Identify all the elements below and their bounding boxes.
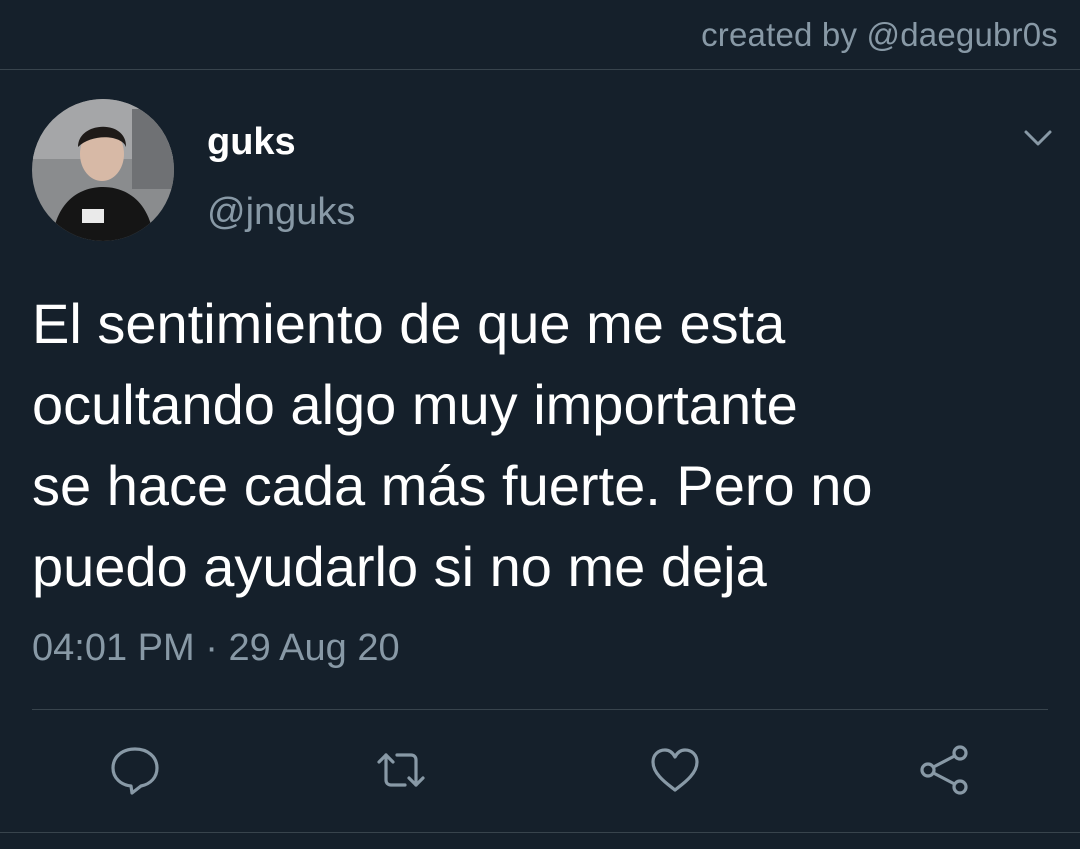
user-handle[interactable]: @jnguks (207, 191, 355, 234)
divider (32, 709, 1048, 710)
tweet-time: 04:01 PM (32, 627, 195, 669)
share-icon[interactable] (916, 742, 972, 798)
tweet-date: 29 Aug 20 (228, 627, 400, 669)
tweet-text: El sentimiento de que me esta ocultando … (32, 283, 1042, 607)
tweet-text-line: El sentimiento de que me esta (32, 292, 786, 355)
meta-separator: · (194, 627, 229, 669)
display-name[interactable]: guks (207, 121, 296, 164)
top-divider (0, 69, 1080, 70)
tweet-timestamp[interactable]: 04:01 PM · 29 Aug 20 (32, 627, 400, 670)
avatar[interactable] (32, 99, 174, 241)
credit-text: created by @daegubr0s (701, 16, 1058, 53)
retweet-icon[interactable] (373, 742, 429, 798)
bottom-divider (0, 832, 1080, 833)
heart-icon[interactable] (647, 742, 703, 798)
tweet-text-line: se hace cada más fuerte. Pero no (32, 454, 873, 517)
avatar-image (32, 99, 174, 241)
tweet-text-line: ocultando algo muy importante (32, 373, 798, 436)
chevron-down-icon[interactable] (1022, 124, 1054, 152)
reply-icon[interactable] (107, 742, 163, 798)
tweet-text-line: puedo ayudarlo si no me deja (32, 535, 767, 598)
action-bar (0, 742, 1080, 800)
